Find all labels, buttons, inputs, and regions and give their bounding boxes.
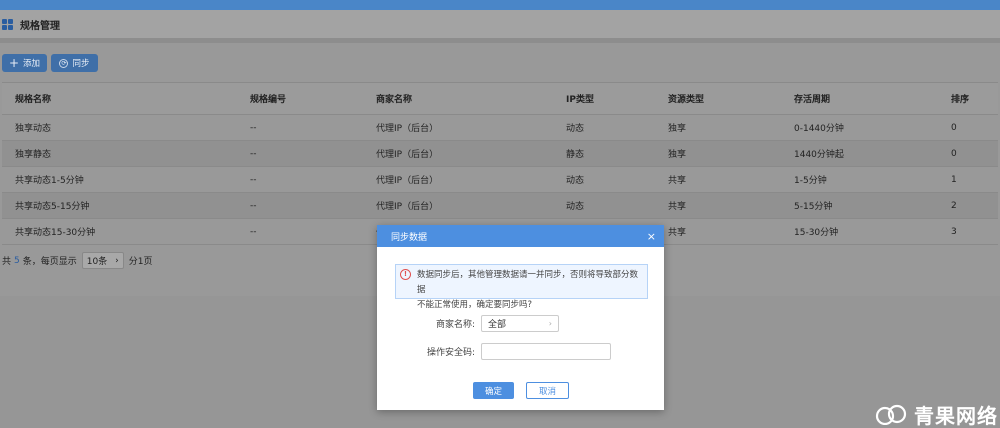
dialog-title: 同步数据 (391, 232, 428, 243)
grid-icon (2, 18, 13, 30)
table-cell: 动态 (566, 202, 585, 212)
table-cell: 动态 (566, 176, 585, 186)
cancel-button[interactable]: 取消 (526, 382, 569, 399)
pager-suffix: 条，每页显示 (22, 257, 77, 267)
table-header-row: 规格名称 规格编号 商家名称 IP类型 资源类型 存活周期 排序 (2, 83, 998, 115)
table-cell: 动态 (566, 124, 585, 134)
table-cell: 独享 (668, 150, 687, 160)
security-code-input[interactable] (481, 343, 611, 360)
plus-icon: + (8, 56, 20, 70)
column-header: 规格编号 (250, 95, 287, 105)
table-cell: 代理IP（后台） (376, 176, 439, 186)
table-row[interactable]: 独享静态 -- 代理IP（后台） 静态 独享 1440分钟起 0 (2, 141, 998, 167)
pager-total-count: 5 (14, 255, 20, 266)
merchant-select-value: 全部 (488, 320, 507, 330)
table-cell: 独享静态 (15, 150, 52, 160)
page-header: 规格管理 (0, 10, 1000, 38)
chevron-right-icon: › (548, 319, 552, 328)
add-button[interactable]: + 添加 (2, 54, 47, 72)
alert-text-line1: 数据同步后，其他管理数据请一并同步，否则将导致部分数据 (417, 270, 639, 295)
table-cell: -- (250, 174, 257, 185)
table-row[interactable]: 共享动态5-15分钟 -- 代理IP（后台） 动态 共享 5-15分钟 2 (2, 193, 998, 219)
table-cell: 静态 (566, 150, 585, 160)
table-cell: 共享动态5-15分钟 (15, 202, 90, 212)
add-button-label: 添加 (23, 59, 41, 69)
warning-alert: ! 数据同步后，其他管理数据请一并同步，否则将导致部分数据 不能正常使用，确定要… (395, 264, 648, 310)
table-cell: 代理IP（后台） (376, 124, 439, 134)
sync-dialog: 同步数据 × ! 数据同步后，其他管理数据请一并同步，否则将导致部分数据 不能正… (377, 225, 664, 410)
chevron-right-icon: › (115, 255, 119, 266)
alert-text-line2: 不能正常使用，确定要同步吗? (417, 300, 533, 310)
table-cell: 共享动态15-30分钟 (15, 228, 96, 238)
table-cell: 独享 (668, 124, 687, 134)
table-cell: 共享动态1-5分钟 (15, 176, 84, 186)
merchant-field-row: 商家名称: 全部 › (377, 315, 559, 332)
column-header: IP类型 (566, 95, 594, 105)
brand-logo-icon (875, 404, 907, 425)
column-header: 排序 (951, 95, 970, 105)
table-row[interactable]: 独享动态 -- 代理IP（后台） 动态 独享 0-1440分钟 0 (2, 115, 998, 141)
pager-pages: 分1页 (128, 257, 153, 267)
merchant-label: 商家名称: (435, 320, 475, 330)
table-cell: 独享动态 (15, 124, 52, 134)
table-cell: 1440分钟起 (794, 150, 844, 160)
page-size-value: 10条 (86, 257, 108, 267)
top-bar (0, 0, 1000, 10)
password-field-row: 操作安全码: (377, 343, 611, 360)
table-cell: 代理IP（后台） (376, 150, 439, 160)
page-title: 规格管理 (20, 20, 60, 32)
table-cell: 2 (951, 200, 957, 211)
sync-button[interactable]: ⟳ 同步 (51, 54, 98, 72)
table-cell: 1 (951, 174, 957, 185)
sync-icon: ⟳ (59, 58, 69, 68)
password-label: 操作安全码: (426, 348, 475, 358)
column-header: 规格名称 (15, 95, 52, 105)
dialog-header: 同步数据 × (377, 225, 664, 247)
pager-prefix: 共 (2, 257, 12, 267)
merchant-select[interactable]: 全部 › (481, 315, 559, 332)
table-cell: 3 (951, 226, 957, 237)
table-cell: -- (250, 200, 257, 211)
table-cell: -- (250, 122, 257, 133)
column-header: 资源类型 (668, 95, 705, 105)
sync-button-label: 同步 (72, 59, 90, 69)
table-cell: 共享 (668, 176, 687, 186)
table-cell: 0 (951, 122, 957, 133)
table-row[interactable]: 共享动态1-5分钟 -- 代理IP（后台） 动态 共享 1-5分钟 1 (2, 167, 998, 193)
table-cell: 5-15分钟 (794, 202, 833, 212)
warning-icon: ! (400, 269, 411, 280)
confirm-button[interactable]: 确定 (473, 382, 514, 399)
close-icon[interactable]: × (647, 230, 656, 243)
column-header: 商家名称 (376, 95, 413, 105)
column-header: 存活周期 (794, 95, 831, 105)
page-size-select[interactable]: 10条 › (81, 252, 124, 269)
table-cell: 共享 (668, 202, 687, 212)
table-cell: 共享 (668, 228, 687, 238)
spec-table: 规格名称 规格编号 商家名称 IP类型 资源类型 存活周期 排序 独享动态 --… (2, 82, 998, 245)
table-cell: -- (250, 226, 257, 237)
table-cell: 代理IP（后台） (376, 202, 439, 212)
table-cell: 0 (951, 148, 957, 159)
table-cell: 0-1440分钟 (794, 124, 844, 134)
table-cell: -- (250, 148, 257, 159)
watermark-text: 青果网络 (914, 403, 998, 428)
table-cell: 1-5分钟 (794, 176, 827, 186)
table-cell: 15-30分钟 (794, 228, 839, 238)
watermark: 青果网络 (874, 400, 998, 428)
pagination: 共 5 条，每页显示 10条 › 分1页 (2, 252, 153, 269)
